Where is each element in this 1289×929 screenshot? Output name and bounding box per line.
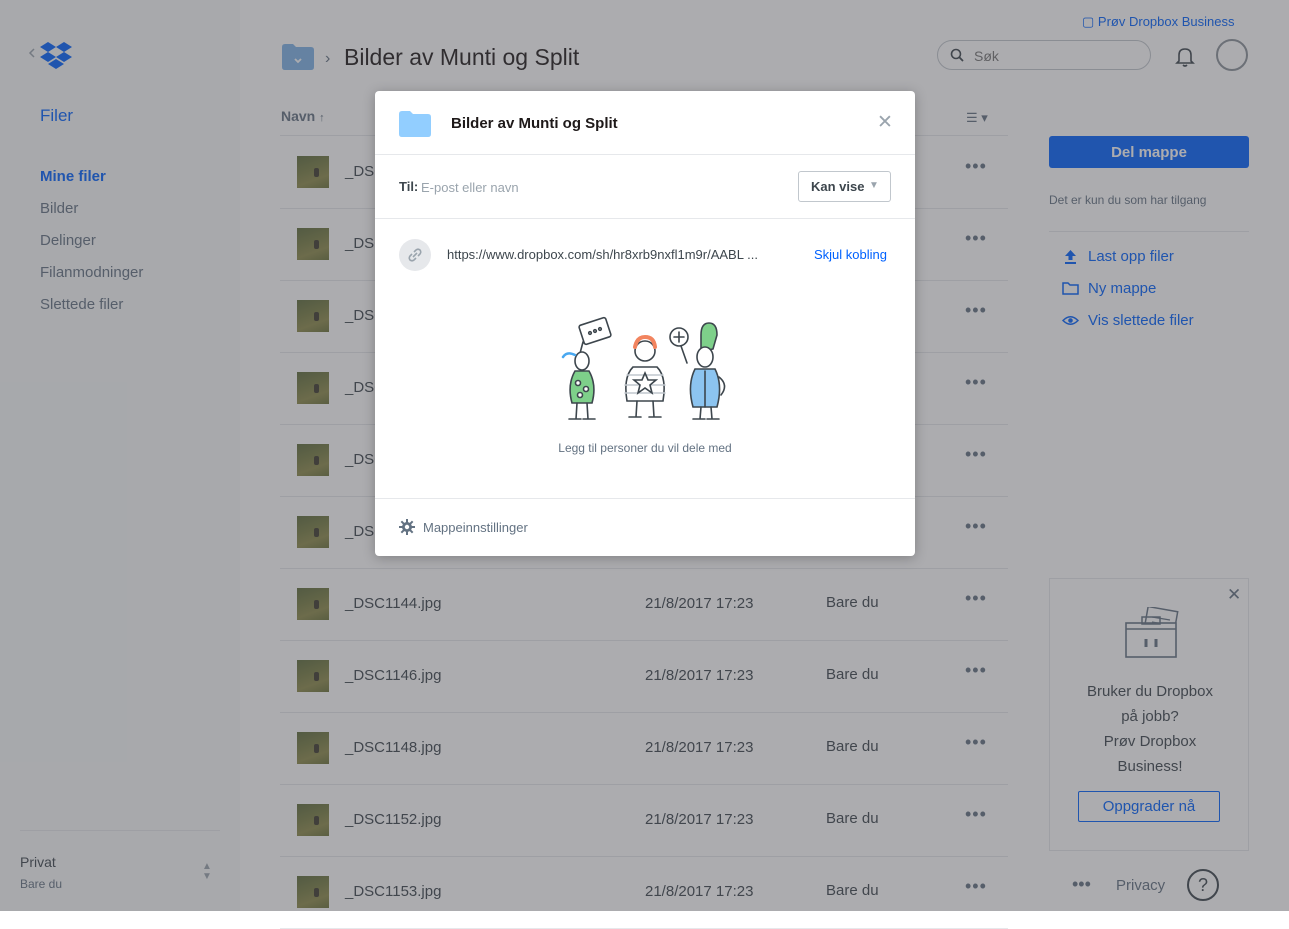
chevron-down-icon: ▼	[869, 180, 879, 191]
recipient-input[interactable]	[419, 176, 743, 198]
share-modal: Bilder av Munti og Split ✕ Til: Kan vise…	[375, 91, 915, 556]
modal-divider	[375, 498, 915, 499]
folder-icon	[399, 111, 431, 137]
modal-divider	[375, 154, 915, 155]
modal-title: Bilder av Munti og Split	[451, 115, 618, 132]
hide-link-button[interactable]: Skjul kobling	[814, 247, 887, 262]
link-glyph-icon	[408, 248, 422, 262]
permission-label: Kan vise	[811, 179, 865, 194]
to-label: Til:	[399, 179, 419, 194]
modal-divider	[375, 218, 915, 219]
permission-dropdown[interactable]: Kan vise ▼	[798, 171, 891, 202]
folder-settings-link[interactable]: Mappeinnstillinger	[423, 520, 528, 535]
people-illustration-icon	[561, 316, 726, 420]
share-link-url[interactable]: https://www.dropbox.com/sh/hr8xrb9nxfl1m…	[447, 247, 758, 262]
empty-state-text: Legg til personer du vil dele med	[558, 441, 732, 455]
gear-icon[interactable]	[399, 519, 415, 535]
close-icon[interactable]: ✕	[877, 111, 893, 134]
link-icon	[399, 239, 431, 271]
